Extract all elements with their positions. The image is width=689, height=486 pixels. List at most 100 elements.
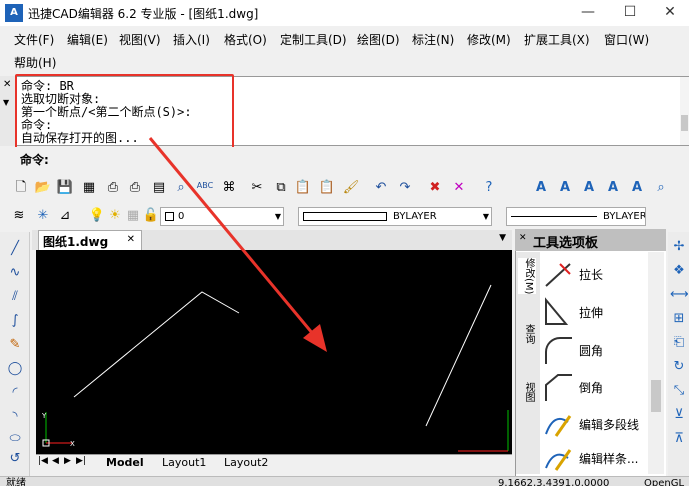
- line-tool-icon[interactable]: ╱: [6, 240, 24, 258]
- multiline-text-icon[interactable]: A: [556, 179, 574, 197]
- menu-help[interactable]: 帮助(H): [14, 54, 56, 72]
- menu-dimension[interactable]: 标注(N): [412, 31, 454, 49]
- triangle-down-icon[interactable]: ▼: [3, 98, 9, 107]
- undo-icon[interactable]: ↶: [372, 179, 390, 197]
- linetype-select[interactable]: BYLAYER ▼: [298, 207, 492, 226]
- tab-model[interactable]: Model: [106, 456, 144, 469]
- next-layout-icon[interactable]: ▶: [64, 456, 71, 466]
- open-folder-icon[interactable]: 📂: [34, 179, 52, 197]
- command-panel-grip[interactable]: ✕ ▼: [0, 76, 16, 146]
- spline-tool-icon[interactable]: ∫: [6, 312, 24, 330]
- copy-icon[interactable]: ⧉: [272, 179, 290, 197]
- drawn-polyline[interactable]: [73, 291, 240, 398]
- tab-view[interactable]: 视图: [518, 382, 536, 402]
- menu-insert[interactable]: 插入(I): [173, 31, 210, 49]
- cut-icon[interactable]: ✂: [248, 179, 266, 197]
- menu-file[interactable]: 文件(F): [14, 31, 54, 49]
- freeze-icon[interactable]: ▦: [124, 207, 142, 225]
- document-tab[interactable]: 图纸1.dwg ✕: [38, 230, 142, 250]
- menu-modify[interactable]: 修改(M): [467, 31, 511, 49]
- lightbulb-icon[interactable]: 💡: [88, 207, 106, 225]
- palette-item-edit-polyline[interactable]: 编辑多段线: [542, 406, 647, 442]
- menu-custom-tools[interactable]: 定制工具(D): [280, 31, 347, 49]
- palette-item-chamfer[interactable]: 倒角: [542, 369, 647, 405]
- close-button[interactable]: ✕: [650, 0, 689, 26]
- polyline-tool-icon[interactable]: ∿: [6, 264, 24, 282]
- drawn-line[interactable]: [425, 284, 492, 427]
- move-tool-icon[interactable]: ✢: [670, 238, 688, 256]
- offset-tool-icon[interactable]: ⎗: [670, 334, 688, 352]
- help-icon[interactable]: ?: [480, 179, 498, 197]
- find-icon[interactable]: ⌕: [172, 179, 190, 197]
- arc-3pt-tool-icon[interactable]: ◝: [6, 408, 24, 426]
- rotate-tool-icon[interactable]: ↻: [670, 358, 688, 376]
- delete-icon[interactable]: ✖: [426, 179, 444, 197]
- close-icon[interactable]: ✕: [3, 79, 11, 90]
- find-text-icon[interactable]: A: [628, 179, 646, 197]
- palette-item-stretch[interactable]: 拉伸: [542, 294, 647, 330]
- menu-draw[interactable]: 绘图(D): [357, 31, 400, 49]
- text-tool-icon[interactable]: ⌕: [652, 179, 670, 197]
- palette-item-fillet[interactable]: 圆角: [542, 332, 647, 368]
- match-properties-icon[interactable]: 🖌: [342, 179, 360, 197]
- palette-item-edit-spline[interactable]: 编辑样条...: [542, 440, 647, 474]
- palette-item-lengthen[interactable]: 拉长: [542, 256, 647, 292]
- array-tool-icon[interactable]: ⊞: [670, 310, 688, 328]
- edit-text-icon[interactable]: A: [580, 179, 598, 197]
- menu-edit[interactable]: 编辑(E): [67, 31, 108, 49]
- save-all-icon[interactable]: ▦: [80, 179, 98, 197]
- purge-icon[interactable]: ✕: [450, 179, 468, 197]
- close-icon[interactable]: ✕: [519, 233, 527, 243]
- redraw-tool-icon[interactable]: ↺: [6, 450, 24, 468]
- command-prompt-bar[interactable]: [0, 147, 689, 171]
- command-scrollbar[interactable]: [680, 77, 689, 145]
- menu-view[interactable]: 视图(V): [119, 31, 161, 49]
- scale-tool-icon[interactable]: ⤡: [670, 382, 688, 400]
- tab-modify[interactable]: 修改(M): [518, 258, 536, 295]
- sun-icon[interactable]: ☀: [106, 207, 124, 225]
- scrollbar-thumb[interactable]: [651, 380, 661, 412]
- menu-format[interactable]: 格式(O): [224, 31, 267, 49]
- minimize-button[interactable]: —: [568, 0, 608, 26]
- text-scale-icon[interactable]: A: [604, 179, 622, 197]
- first-layout-icon[interactable]: |◀: [38, 456, 48, 466]
- lock-icon[interactable]: 🔓: [142, 207, 160, 225]
- tab-list-chevron-icon[interactable]: ▼: [499, 233, 506, 243]
- maximize-button[interactable]: ☐: [610, 0, 650, 26]
- layer-state-icon[interactable]: ✳: [34, 207, 52, 225]
- lineweight-select[interactable]: BYLAYER: [506, 207, 646, 226]
- paste-icon[interactable]: 📋: [294, 179, 312, 197]
- new-file-icon[interactable]: 🗋: [12, 179, 30, 197]
- menu-window[interactable]: 窗口(W): [604, 31, 649, 49]
- circle-tool-icon[interactable]: ◯: [6, 360, 24, 378]
- close-icon[interactable]: ✕: [127, 234, 135, 245]
- extend-tool-icon[interactable]: ⊼: [670, 430, 688, 448]
- spellcheck-icon[interactable]: ABC: [196, 177, 214, 195]
- trim-tool-icon[interactable]: ⊻: [670, 406, 688, 424]
- tab-layout2[interactable]: Layout2: [224, 456, 268, 469]
- freehand-tool-icon[interactable]: ✎: [6, 336, 24, 354]
- last-layout-icon[interactable]: ▶|: [76, 456, 86, 466]
- layer-select[interactable]: 0 ▼: [160, 207, 284, 226]
- tab-query[interactable]: 查询: [518, 324, 536, 344]
- copy-tool-icon[interactable]: ❖: [670, 262, 688, 280]
- save-icon[interactable]: 💾: [56, 179, 74, 197]
- menu-extend-tools[interactable]: 扩展工具(X): [524, 31, 590, 49]
- binoculars-icon[interactable]: ⌘: [220, 179, 238, 197]
- print-preview-icon[interactable]: ⎙: [126, 179, 144, 197]
- tab-layout1[interactable]: Layout1: [162, 456, 206, 469]
- redo-icon[interactable]: ↷: [396, 179, 414, 197]
- mirror-tool-icon[interactable]: ⟷: [670, 286, 689, 304]
- plot-icon[interactable]: ▤: [150, 179, 168, 197]
- drawing-canvas[interactable]: Y X: [36, 250, 512, 454]
- text-style-icon[interactable]: A: [532, 179, 550, 197]
- print-icon[interactable]: ⎙: [104, 179, 122, 197]
- palette-scrollbar[interactable]: [648, 252, 664, 474]
- scrollbar-thumb[interactable]: [681, 115, 688, 131]
- prev-layout-icon[interactable]: ◀: [52, 456, 59, 466]
- multiline-tool-icon[interactable]: ⫽: [6, 288, 24, 306]
- ellipse-tool-icon[interactable]: ⬭: [6, 430, 24, 448]
- paste-special-icon[interactable]: 📋: [318, 179, 336, 197]
- layer-previous-icon[interactable]: ⊿: [56, 207, 74, 225]
- arc-tool-icon[interactable]: ◜: [6, 384, 24, 402]
